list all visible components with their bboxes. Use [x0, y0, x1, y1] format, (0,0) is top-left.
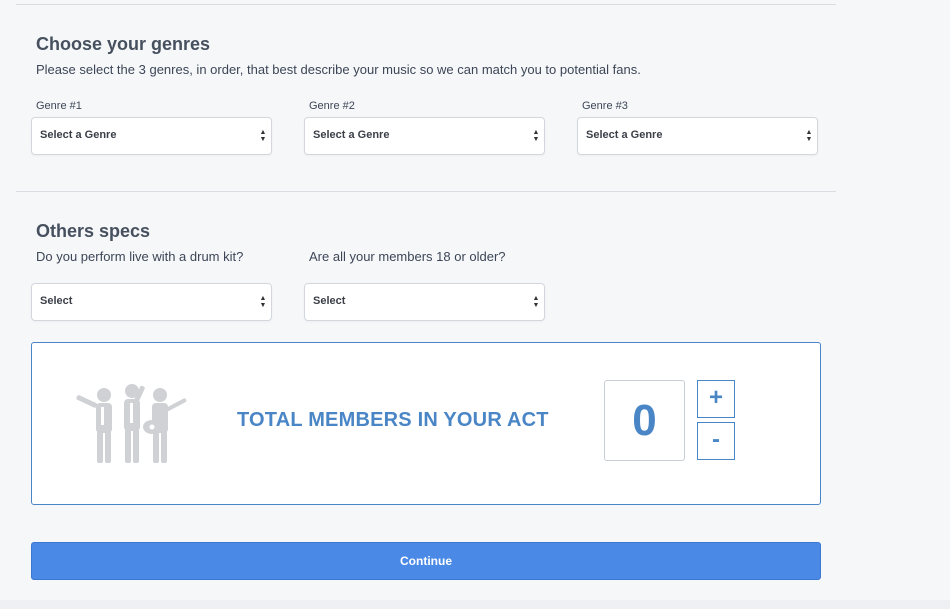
age-select-value: Select: [313, 295, 346, 307]
drum-kit-select-value: Select: [40, 295, 73, 307]
genre-2-label: Genre #2: [309, 100, 355, 112]
select-arrows-icon: ▲ ▼: [532, 129, 540, 143]
section-divider: [16, 191, 836, 192]
genre-1-select-value: Select a Genre: [40, 129, 117, 141]
select-arrows-icon: ▲ ▼: [259, 295, 267, 309]
top-divider: [16, 4, 836, 5]
band-members-icon: [76, 384, 187, 463]
specs-section-title: Others specs: [36, 221, 151, 241]
decrement-members-button[interactable]: -: [697, 422, 735, 460]
members-title: TOTAL MEMBERS IN YOUR ACT: [237, 409, 549, 431]
bottom-strip: [0, 600, 950, 609]
select-arrows-icon: ▲ ▼: [805, 129, 813, 143]
genre-2-select[interactable]: Select a Genre ▲ ▼: [304, 117, 545, 155]
select-arrows-icon: ▲ ▼: [259, 129, 267, 143]
age-select[interactable]: Select ▲ ▼: [304, 283, 545, 321]
drum-kit-question: Do you perform live with a drum kit?: [36, 249, 244, 264]
drum-kit-select[interactable]: Select ▲ ▼: [31, 283, 272, 321]
genre-2-select-value: Select a Genre: [313, 129, 390, 141]
continue-button[interactable]: Continue: [31, 542, 821, 580]
members-count-display: 0: [604, 380, 685, 461]
page: Choose your genres Please select the 3 g…: [0, 0, 950, 609]
age-question: Are all your members 18 or older?: [309, 249, 506, 264]
genres-section-title: Choose your genres: [36, 34, 211, 54]
members-panel: TOTAL MEMBERS IN YOUR ACT 0 + -: [31, 342, 821, 505]
genre-1-label: Genre #1: [36, 100, 82, 112]
genre-3-select-value: Select a Genre: [586, 129, 663, 141]
genre-3-select[interactable]: Select a Genre ▲ ▼: [577, 117, 818, 155]
increment-members-button[interactable]: +: [697, 380, 735, 418]
genres-section-description: Please select the 3 genres, in order, th…: [36, 62, 641, 77]
genre-1-select[interactable]: Select a Genre ▲ ▼: [31, 117, 272, 155]
genre-3-label: Genre #3: [582, 100, 628, 112]
select-arrows-icon: ▲ ▼: [532, 295, 540, 309]
